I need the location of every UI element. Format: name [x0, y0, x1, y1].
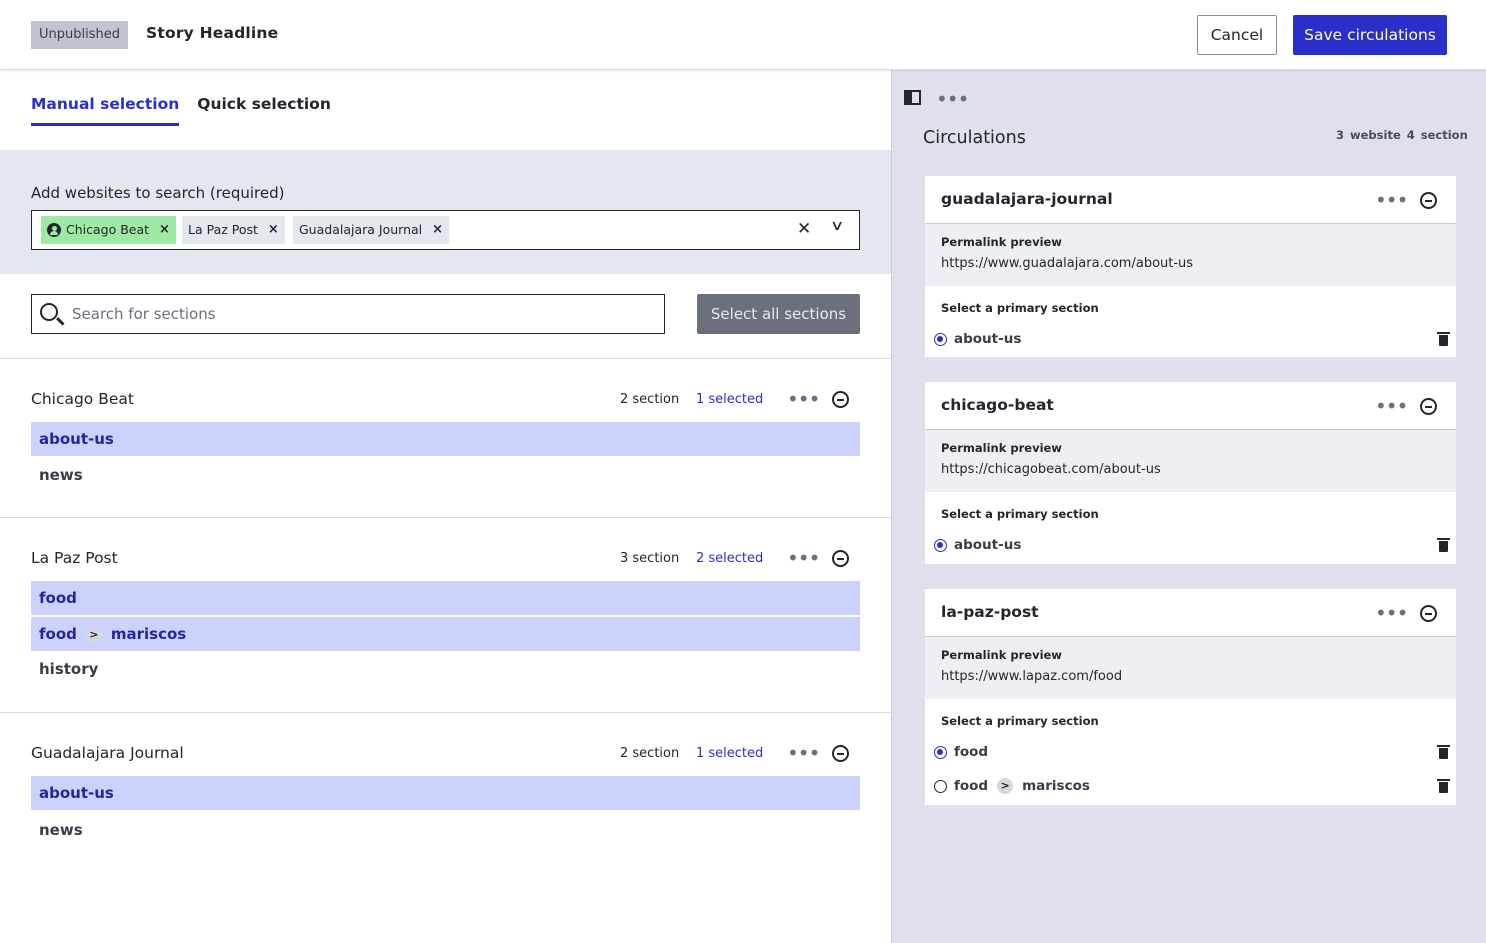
website-chip: La Paz Post ×: [182, 216, 285, 244]
circulation-card: guadalajara-journal ••• Permalink previe…: [925, 176, 1456, 357]
websites-label: Add websites to search (required): [31, 184, 285, 202]
selection-tabs: Manual selection Quick selection: [31, 95, 331, 126]
top-bar: Unpublished Story Headline Cancel Save c…: [0, 0, 1486, 70]
more-options-icon[interactable]: •••: [936, 89, 969, 109]
site-group-chicago-beat: Chicago Beat 2 section 1 selected ••• ab…: [0, 358, 891, 518]
section-search: [31, 294, 665, 334]
remove-site-icon[interactable]: [832, 745, 849, 762]
radio-button[interactable]: [934, 539, 947, 552]
website-chip-label: Chicago Beat: [66, 222, 150, 237]
primary-section-label: Select a primary section: [941, 714, 1099, 728]
section-row[interactable]: about-us: [31, 422, 860, 456]
website-chip-label: La Paz Post: [188, 222, 258, 237]
primary-section-label: Select a primary section: [941, 301, 1099, 315]
radio-button[interactable]: [934, 746, 947, 759]
permalink-url: https://www.lapaz.com/food: [941, 669, 1123, 684]
card-site-name: la-paz-post: [941, 603, 1039, 621]
card-site-name: chicago-beat: [941, 396, 1054, 414]
section-count: 3 section: [620, 551, 680, 566]
permalink-url: https://chicagobeat.com/about-us: [941, 462, 1161, 477]
more-options-icon[interactable]: •••: [787, 389, 820, 409]
search-input[interactable]: [72, 295, 652, 333]
page-title: Story Headline: [146, 24, 279, 42]
section-row[interactable]: history: [31, 652, 860, 686]
user-icon: [47, 223, 61, 237]
website-chip-label: Guadalajara Journal: [299, 222, 423, 237]
chevron-right-icon: >: [997, 778, 1014, 794]
primary-section-option[interactable]: about-us: [934, 534, 1450, 558]
remove-site-icon[interactable]: [832, 550, 849, 567]
circulations-title: Circulations: [923, 128, 1026, 148]
selected-count-link[interactable]: 1 selected: [696, 392, 763, 407]
cancel-button[interactable]: Cancel: [1197, 15, 1277, 55]
website-chip: Chicago Beat ×: [41, 216, 176, 244]
remove-chip-icon[interactable]: ×: [159, 216, 170, 244]
permalink-label: Permalink preview: [941, 441, 1062, 455]
remove-circulation-icon[interactable]: [1420, 605, 1437, 622]
remove-circulation-icon[interactable]: [1420, 192, 1437, 209]
more-options-icon[interactable]: •••: [787, 743, 820, 763]
toggle-panel-icon[interactable]: [904, 90, 921, 105]
remove-site-icon[interactable]: [832, 391, 849, 408]
chevron-down-icon[interactable]: ∨: [830, 218, 844, 234]
permalink-label: Permalink preview: [941, 235, 1062, 249]
card-site-name: guadalajara-journal: [941, 190, 1113, 208]
site-group-la-paz-post: La Paz Post 3 section 2 selected ••• foo…: [0, 517, 891, 713]
section-row[interactable]: food: [31, 581, 860, 615]
search-icon: [40, 303, 58, 321]
radio-button[interactable]: [934, 780, 947, 793]
radio-button[interactable]: [934, 333, 947, 346]
primary-section-option[interactable]: food: [934, 741, 1450, 765]
section-count: 2 section: [620, 392, 680, 407]
trash-icon[interactable]: [1437, 332, 1450, 346]
tab-manual-selection[interactable]: Manual selection: [31, 95, 180, 126]
circulation-counts: 3 website 4 section: [1336, 128, 1468, 142]
website-chip: Guadalajara Journal ×: [293, 216, 450, 244]
save-circulations-button[interactable]: Save circulations: [1293, 15, 1447, 55]
site-group-guadalajara-journal: Guadalajara Journal 2 section 1 selected…: [0, 712, 891, 892]
site-name: Guadalajara Journal: [31, 744, 184, 762]
selection-panel: Manual selection Quick selection Add web…: [0, 70, 891, 943]
more-options-icon[interactable]: •••: [787, 548, 820, 568]
primary-section-option[interactable]: about-us: [934, 328, 1450, 352]
circulation-card: chicago-beat ••• Permalink preview https…: [925, 382, 1456, 564]
remove-chip-icon[interactable]: ×: [432, 216, 443, 244]
permalink-url: https://www.guadalajara.com/about-us: [941, 256, 1194, 271]
section-row[interactable]: food > mariscos: [31, 617, 860, 651]
circulations-panel: ••• Circulations 3 website 4 section gua…: [891, 70, 1486, 943]
trash-icon[interactable]: [1437, 745, 1450, 759]
section-count: 2 section: [620, 746, 680, 761]
section-row[interactable]: news: [31, 813, 860, 847]
section-row[interactable]: news: [31, 458, 860, 492]
remove-chip-icon[interactable]: ×: [268, 216, 279, 244]
trash-icon[interactable]: [1437, 538, 1450, 552]
primary-section-label: Select a primary section: [941, 507, 1099, 521]
section-row[interactable]: about-us: [31, 776, 860, 810]
trash-icon[interactable]: [1437, 779, 1450, 793]
primary-section-option[interactable]: food > mariscos: [934, 775, 1450, 799]
site-name: La Paz Post: [31, 549, 118, 567]
permalink-label: Permalink preview: [941, 648, 1062, 662]
chevron-right-icon: >: [85, 626, 102, 643]
more-options-icon[interactable]: •••: [1375, 396, 1408, 416]
selected-count-link[interactable]: 2 selected: [696, 551, 763, 566]
tab-quick-selection[interactable]: Quick selection: [197, 95, 331, 126]
status-badge: Unpublished: [31, 21, 128, 49]
selected-count-link[interactable]: 1 selected: [696, 746, 763, 761]
remove-circulation-icon[interactable]: [1420, 398, 1437, 415]
more-options-icon[interactable]: •••: [1375, 190, 1408, 210]
websites-search-box: Add websites to search (required) Chicag…: [0, 150, 891, 274]
select-all-sections-button[interactable]: Select all sections: [697, 294, 860, 334]
circulation-card: la-paz-post ••• Permalink preview https:…: [925, 589, 1456, 805]
clear-all-icon[interactable]: ✕: [797, 219, 811, 239]
more-options-icon[interactable]: •••: [1375, 603, 1408, 623]
websites-multiselect[interactable]: Chicago Beat × La Paz Post × Guadalajara…: [31, 210, 860, 250]
site-name: Chicago Beat: [31, 390, 134, 408]
